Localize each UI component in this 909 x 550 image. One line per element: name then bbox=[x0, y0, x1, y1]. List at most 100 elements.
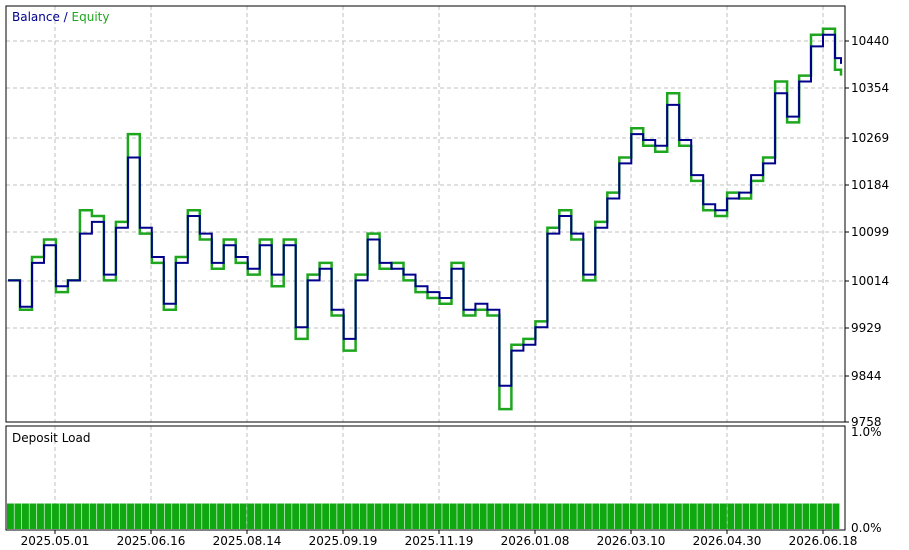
deposit-load-bar bbox=[269, 503, 277, 529]
x-tick-label: 2025.08.14 bbox=[213, 534, 282, 548]
deposit-load-bar bbox=[322, 503, 330, 529]
y-tick-label: 10354 bbox=[851, 81, 889, 95]
deposit-load-bar bbox=[82, 503, 89, 529]
deposit-load-bar bbox=[674, 503, 682, 529]
deposit-load-bar bbox=[247, 503, 255, 529]
deposit-load-bar bbox=[607, 503, 615, 529]
deposit-load-bar bbox=[449, 503, 457, 529]
deposit-load-bar bbox=[779, 503, 787, 529]
deposit-load-bar bbox=[37, 503, 44, 529]
main-grid bbox=[6, 6, 845, 422]
y-tick-label: 9929 bbox=[851, 321, 882, 335]
x-tick-label: 2026.01.08 bbox=[501, 534, 570, 548]
load-tick-label: 1.0% bbox=[851, 425, 882, 439]
deposit-load-bar bbox=[742, 503, 750, 529]
deposit-load-bar bbox=[7, 503, 14, 529]
x-tick-label: 2026.04.30 bbox=[693, 534, 762, 548]
deposit-load-bar bbox=[547, 503, 555, 529]
deposit-load-bar bbox=[809, 503, 817, 529]
deposit-load-bar bbox=[134, 503, 142, 529]
legend-balance: Balance bbox=[12, 10, 60, 24]
deposit-load-title: Deposit Load bbox=[12, 431, 90, 445]
deposit-load-bar bbox=[644, 503, 652, 529]
deposit-load-bar bbox=[344, 503, 352, 529]
deposit-load-bar bbox=[472, 503, 480, 529]
deposit-load-bar bbox=[389, 503, 397, 529]
deposit-load-bar bbox=[457, 503, 465, 529]
deposit-load-bar bbox=[487, 503, 495, 529]
deposit-load-bar bbox=[74, 503, 82, 529]
balance-series-line bbox=[8, 33, 842, 387]
deposit-load-bar bbox=[517, 503, 525, 529]
deposit-load-bar bbox=[734, 503, 742, 529]
deposit-load-bar bbox=[419, 503, 427, 529]
deposit-load-bar bbox=[179, 503, 187, 529]
deposit-load-bar bbox=[427, 503, 435, 529]
deposit-load-bar bbox=[697, 503, 705, 529]
series-layer bbox=[8, 27, 843, 411]
deposit-load-bar bbox=[224, 503, 232, 529]
deposit-load-bar bbox=[539, 503, 547, 529]
deposit-load-bar bbox=[149, 503, 157, 529]
load-tick-label: 0.0% bbox=[851, 521, 882, 535]
deposit-load-bar bbox=[509, 503, 517, 529]
deposit-load-bar bbox=[89, 503, 97, 529]
deposit-load-bar bbox=[832, 503, 840, 529]
deposit-load-bar bbox=[22, 503, 29, 529]
deposit-load-bar bbox=[352, 503, 360, 529]
deposit-load-bar bbox=[194, 503, 202, 529]
deposit-load-bar bbox=[359, 503, 367, 529]
deposit-load-bar bbox=[502, 503, 510, 529]
deposit-load-bar bbox=[52, 503, 59, 529]
y-tick-label: 9844 bbox=[851, 369, 882, 383]
y-tick-label: 10269 bbox=[851, 131, 889, 145]
x-tick-label: 2026.06.18 bbox=[789, 534, 858, 548]
deposit-load-bars bbox=[7, 503, 840, 529]
x-axis-ticks: 2025.05.01 2025.06.16 2025.08.14 2025.09.19… bbox=[21, 530, 858, 548]
deposit-load-bar bbox=[112, 503, 119, 529]
deposit-load-bar bbox=[614, 503, 622, 529]
deposit-load-bar bbox=[14, 503, 22, 529]
deposit-load-bar bbox=[412, 503, 420, 529]
deposit-load-bar bbox=[464, 503, 472, 529]
deposit-load-bar bbox=[562, 503, 570, 529]
deposit-load-bar bbox=[217, 503, 225, 529]
deposit-load-bar bbox=[592, 503, 600, 529]
deposit-load-bar bbox=[772, 503, 780, 529]
y-tick-label: 10099 bbox=[851, 225, 889, 239]
deposit-load-bar bbox=[727, 503, 735, 529]
deposit-load-bar bbox=[689, 503, 697, 529]
deposit-load-bar bbox=[314, 503, 322, 529]
deposit-load-bar bbox=[712, 503, 720, 529]
deposit-load-bar bbox=[584, 503, 592, 529]
deposit-load-bar bbox=[67, 503, 74, 529]
deposit-load-bar bbox=[367, 503, 375, 529]
y-axis-ticks: 1044010354102691018410099100149929984497… bbox=[845, 34, 889, 429]
deposit-load-bar bbox=[254, 503, 262, 529]
deposit-load-bar bbox=[299, 503, 307, 529]
deposit-load-bar bbox=[532, 503, 540, 529]
deposit-load-bar bbox=[374, 503, 382, 529]
x-tick-label: 2025.11.19 bbox=[405, 534, 474, 548]
deposit-load-bar bbox=[187, 503, 195, 529]
deposit-load-bar bbox=[59, 503, 67, 529]
deposit-load-bar bbox=[277, 503, 285, 529]
deposit-load-bar bbox=[817, 503, 825, 529]
deposit-load-bar bbox=[757, 503, 765, 529]
deposit-load-bar bbox=[652, 503, 660, 529]
deposit-load-bar bbox=[637, 503, 645, 529]
x-tick-label: 2025.06.16 bbox=[117, 534, 186, 548]
deposit-load-bar bbox=[479, 503, 487, 529]
deposit-load-bar bbox=[127, 503, 134, 529]
deposit-load-bar bbox=[442, 503, 450, 529]
deposit-load-bar bbox=[172, 503, 179, 529]
deposit-load-bar bbox=[397, 503, 405, 529]
deposit-load-bar bbox=[262, 503, 270, 529]
main-frame bbox=[5, 5, 846, 423]
deposit-load-bar bbox=[794, 503, 802, 529]
deposit-load-bar bbox=[44, 503, 52, 529]
x-tick-label: 2025.05.01 bbox=[21, 534, 90, 548]
deposit-load-bar bbox=[494, 503, 502, 529]
deposit-load-bar bbox=[104, 503, 112, 529]
deposit-load-bar bbox=[719, 503, 727, 529]
